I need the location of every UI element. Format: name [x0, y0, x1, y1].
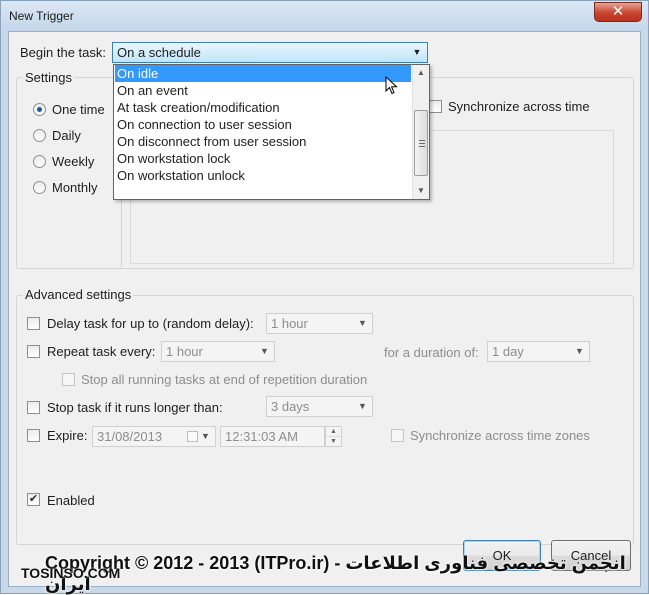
radio-label-one-time[interactable]: One time: [52, 102, 105, 117]
expire-label[interactable]: Expire:: [47, 428, 87, 443]
delay-select[interactable]: 1 hour ▼: [266, 313, 373, 334]
expire-checkbox[interactable]: [27, 429, 40, 442]
enabled-label[interactable]: Enabled: [47, 493, 95, 508]
window-title: New Trigger: [9, 9, 74, 23]
delay-checkbox[interactable]: [27, 317, 40, 330]
duration-select[interactable]: 1 day ▼: [487, 341, 590, 362]
radio-one-time[interactable]: [33, 103, 46, 116]
duration-label: for a duration of:: [384, 345, 479, 360]
dropdown-option[interactable]: On idle: [115, 65, 411, 82]
dropdown-option[interactable]: On workstation unlock: [115, 167, 411, 184]
radio-daily[interactable]: [33, 129, 46, 142]
chevron-down-icon[interactable]: ▼: [353, 397, 372, 416]
site-watermark: TOSINSO.COM: [21, 565, 121, 581]
sync-zones-checkbox[interactable]: [391, 429, 404, 442]
title-bar[interactable]: New Trigger ✕: [1, 1, 648, 31]
dropdown-option[interactable]: On workstation lock: [115, 150, 411, 167]
chevron-down-icon[interactable]: ▼: [196, 427, 215, 446]
spin-down-icon[interactable]: ▼: [326, 437, 341, 446]
spin-up-icon[interactable]: ▲: [326, 427, 341, 437]
expire-date-picker[interactable]: 31/08/2013 ▼: [92, 426, 216, 447]
dropdown-option[interactable]: On disconnect from user session: [115, 133, 411, 150]
grip-line: [419, 143, 425, 144]
begin-task-select[interactable]: On a schedule ▼: [112, 42, 428, 63]
copyright-watermark: Copyright © 2012 - 2013 (ITPro.ir) - انج…: [45, 553, 626, 594]
begin-task-label: Begin the task:: [20, 45, 106, 60]
radio-label-weekly[interactable]: Weekly: [52, 154, 94, 169]
begin-task-dropdown-list[interactable]: On idle On an event At task creation/mod…: [113, 64, 430, 200]
dropdown-option[interactable]: On connection to user session: [115, 116, 411, 133]
delay-label[interactable]: Delay task for up to (random delay):: [47, 316, 254, 331]
duration-value: 1 day: [492, 344, 524, 359]
repeat-checkbox[interactable]: [27, 345, 40, 358]
scroll-down-icon[interactable]: ▼: [413, 183, 429, 199]
time-spinner[interactable]: ▲ ▼: [325, 426, 342, 447]
begin-task-value: On a schedule: [117, 45, 201, 60]
repeat-label[interactable]: Repeat task every:: [47, 344, 155, 359]
expire-time-value: 12:31:03 AM: [225, 429, 298, 444]
delay-value: 1 hour: [271, 316, 308, 331]
radio-label-monthly[interactable]: Monthly: [52, 180, 98, 195]
chevron-down-icon[interactable]: ▼: [255, 342, 274, 361]
settings-legend: Settings: [23, 70, 74, 85]
dropdown-option[interactable]: At task creation/modification: [115, 99, 411, 116]
new-trigger-dialog: New Trigger ✕ Begin the task: On a sched…: [0, 0, 649, 594]
dropdown-scrollbar[interactable]: ▲ ▼: [412, 65, 429, 199]
expire-date-value: 31/08/2013: [97, 429, 163, 444]
mouse-cursor-icon: [385, 76, 398, 95]
dialog-body: Begin the task: On a schedule ▼ Settings…: [8, 31, 641, 587]
repeat-select[interactable]: 1 hour ▼: [161, 341, 275, 362]
repeat-value: 1 hour: [166, 344, 203, 359]
stop-all-label[interactable]: Stop all running tasks at end of repetit…: [81, 372, 367, 387]
chevron-down-icon[interactable]: ▼: [353, 314, 372, 333]
stop-longer-label[interactable]: Stop task if it runs longer than:: [47, 400, 223, 415]
scroll-up-icon[interactable]: ▲: [413, 65, 429, 81]
close-icon[interactable]: ✕: [594, 2, 642, 22]
expire-time-field[interactable]: 12:31:03 AM: [220, 426, 325, 447]
stop-all-checkbox[interactable]: [62, 373, 75, 386]
sync-time-checkbox[interactable]: [429, 100, 442, 113]
radio-label-daily[interactable]: Daily: [52, 128, 81, 143]
stop-longer-checkbox[interactable]: [27, 401, 40, 414]
chevron-down-icon[interactable]: ▼: [409, 43, 425, 62]
stop-longer-value: 3 days: [271, 399, 310, 414]
grip-line: [419, 146, 425, 147]
dropdown-option[interactable]: On an event: [115, 82, 411, 99]
enabled-checkbox[interactable]: ✔: [27, 493, 40, 506]
advanced-settings-legend: Advanced settings: [23, 287, 134, 302]
grip-line: [419, 140, 425, 141]
sync-zones-label[interactable]: Synchronize across time zones: [410, 428, 590, 443]
radio-weekly[interactable]: [33, 155, 46, 168]
chevron-down-icon[interactable]: ▼: [570, 342, 589, 361]
sync-time-label[interactable]: Synchronize across time: [448, 99, 590, 114]
scrollbar-thumb[interactable]: [414, 110, 428, 176]
stop-longer-select[interactable]: 3 days ▼: [266, 396, 373, 417]
radio-monthly[interactable]: [33, 181, 46, 194]
